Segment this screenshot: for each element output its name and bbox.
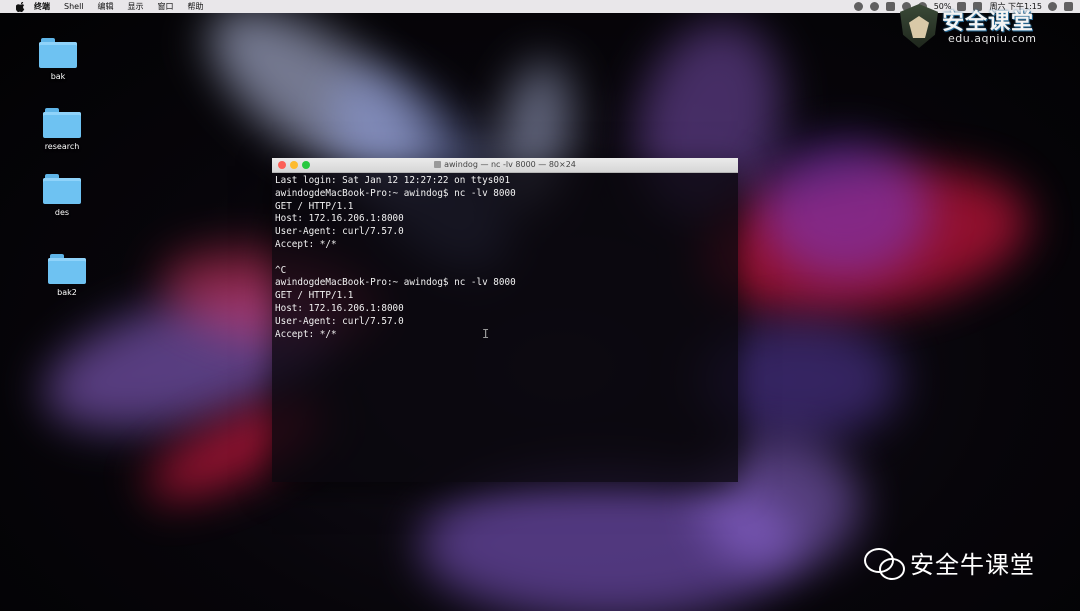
terminal-title: awindog — nc -lv 8000 — 80×24 (272, 158, 738, 172)
record-icon[interactable] (853, 2, 863, 11)
menu-edit[interactable]: 编辑 (98, 0, 114, 13)
terminal-line: awindogdeMacBook-Pro:~ awindog$ nc -lv 8… (275, 187, 516, 199)
terminal-output[interactable]: Last login: Sat Jan 12 12:27:22 on ttys0… (272, 173, 738, 343)
logo-url: edu.aqniu.com (948, 32, 1037, 45)
terminal-line: User-Agent: curl/7.57.0 (275, 226, 404, 238)
menu-help[interactable]: 帮助 (188, 0, 204, 13)
wechat-text: 安全牛课堂 (910, 551, 1035, 579)
desktop-folder-label: bak (50, 72, 66, 81)
desktop-folder-label: bak2 (57, 288, 77, 297)
desktop-folder-label: des (54, 208, 70, 217)
terminal-title-text: awindog — nc -lv 8000 — 80×24 (444, 160, 576, 169)
menu-view[interactable]: 显示 (128, 0, 144, 13)
text-cursor-icon: I (482, 327, 490, 341)
cloud-icon[interactable] (885, 2, 895, 11)
terminal-line: Accept: */* (275, 328, 337, 340)
folder-icon (43, 174, 81, 204)
menu-window[interactable]: 窗口 (158, 0, 174, 13)
terminal-line: ^C (275, 264, 287, 276)
terminal-line: Last login: Sat Jan 12 12:27:22 on ttys0… (275, 175, 511, 186)
apple-icon[interactable] (16, 1, 26, 12)
desktop-folder-research[interactable]: research (32, 108, 92, 151)
folder-icon (48, 254, 86, 284)
terminal-line: GET / HTTP/1.1 (275, 290, 354, 302)
desktop-folder-des[interactable]: des (32, 174, 92, 217)
menu-terminal[interactable]: 终端 (34, 0, 50, 13)
folder-icon (39, 38, 77, 68)
terminal-line: Host: 172.16.206.1:8000 (275, 213, 404, 225)
desktop-folder-bak[interactable]: bak (28, 38, 88, 81)
home-folder-icon (434, 161, 442, 168)
terminal-window[interactable]: awindog — nc -lv 8000 — 80×24 Last login… (272, 158, 738, 482)
brand-logo-watermark: 安全课堂 edu.aqniu.com (900, 2, 1074, 52)
menu-shell[interactable]: Shell (64, 0, 84, 13)
terminal-line: GET / HTTP/1.1 (275, 200, 354, 212)
terminal-line: Accept: */* (275, 238, 337, 250)
wechat-watermark: 安全牛课堂 (864, 545, 1035, 580)
desktop-folder-bak2[interactable]: bak2 (37, 254, 97, 297)
terminal-line: User-Agent: curl/7.57.0 (275, 315, 404, 327)
terminal-line: Host: 172.16.206.1:8000 (275, 302, 404, 314)
wechat-icon (864, 546, 905, 580)
shield-logo-icon (900, 4, 938, 48)
desktop-folder-label: research (44, 142, 80, 151)
terminal-line: awindogdeMacBook-Pro:~ awindog$ nc -lv 8… (275, 277, 516, 289)
folder-icon (43, 108, 81, 138)
send-icon[interactable] (869, 2, 879, 11)
terminal-titlebar[interactable]: awindog — nc -lv 8000 — 80×24 (272, 158, 738, 173)
